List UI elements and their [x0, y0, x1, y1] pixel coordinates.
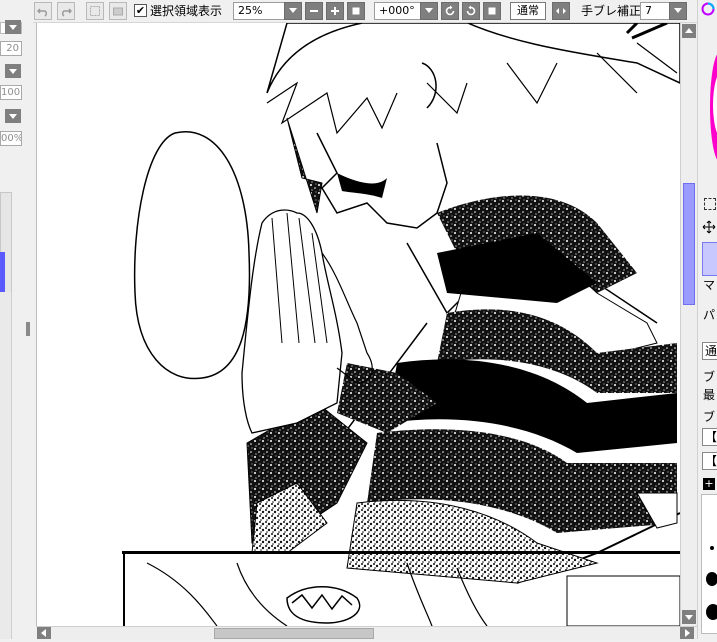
- rotate-right-icon[interactable]: [462, 2, 480, 20]
- undo-icon[interactable]: [34, 2, 52, 20]
- right-panel-label-5: 最: [703, 388, 716, 402]
- right-panel-label-6: ブ: [703, 410, 716, 424]
- vertical-scrollbar[interactable]: [680, 23, 698, 626]
- min-size-value: 100: [1, 87, 21, 98]
- selection-display-checkbox[interactable]: ✔: [134, 4, 147, 17]
- zoom-value: 25%: [238, 4, 263, 17]
- brush-size-selected: [0, 252, 5, 292]
- density-value: 00%: [1, 133, 22, 144]
- brush-dot-small[interactable]: [710, 546, 714, 550]
- right-panel-label-3: 通: [705, 344, 717, 358]
- rotation-value: +000°: [379, 4, 415, 17]
- zoom-in-icon[interactable]: [326, 2, 344, 20]
- blend-select[interactable]: 通: [702, 342, 717, 360]
- brush-size-value: 20: [6, 43, 19, 54]
- right-panel-label-8: 【: [705, 454, 717, 468]
- zoom-out-icon[interactable]: [305, 2, 323, 20]
- redo-icon[interactable]: [57, 2, 75, 20]
- rotate-left-icon[interactable]: [441, 2, 459, 20]
- selected-tool-slot[interactable]: [702, 242, 717, 276]
- vertical-scroll-thumb[interactable]: [683, 183, 695, 305]
- canvas-toolbar: ✔ 選択領域表示 25% +000° 通常 手ブレ補正 7: [0, 0, 717, 23]
- tool-panel: 20 100 00%: [0, 20, 33, 639]
- brush-size-list-lower: [0, 292, 12, 639]
- blend-mode-label: 通常: [517, 4, 539, 17]
- brush-size-dropdown-icon[interactable]: [5, 64, 21, 78]
- deselect-icon[interactable]: [86, 2, 104, 20]
- brush-dot-large[interactable]: [706, 604, 717, 620]
- right-panel: マ パ 通 ブ 最 ブ 【 【 +: [697, 0, 717, 639]
- scroll-right-icon[interactable]: [680, 627, 694, 639]
- manga-illustration: [122, 23, 680, 626]
- right-panel-label-7: 【: [705, 430, 717, 444]
- min-size-field[interactable]: 100: [0, 85, 22, 100]
- horizontal-scrollbar[interactable]: [36, 626, 697, 640]
- brush-dot-medium[interactable]: [706, 572, 717, 586]
- color-wheel-icon[interactable]: [701, 2, 715, 16]
- right-panel-label-4: ブ: [703, 370, 716, 384]
- move-icon[interactable]: [702, 220, 716, 234]
- texture-select[interactable]: 【: [702, 452, 717, 470]
- dropdown-icon[interactable]: [5, 20, 21, 34]
- selection-display-label: 選択領域表示: [150, 4, 223, 18]
- panel-splitter[interactable]: [26, 322, 30, 336]
- scroll-down-icon[interactable]: [682, 610, 696, 624]
- density-field[interactable]: 00%: [0, 131, 22, 146]
- add-icon[interactable]: +: [703, 478, 715, 490]
- scroll-up-icon[interactable]: [682, 24, 696, 38]
- brush-size-field[interactable]: 20: [0, 41, 22, 56]
- brush-shape-select[interactable]: 【: [702, 428, 717, 446]
- drawing-canvas[interactable]: [36, 23, 680, 626]
- right-panel-label-2: パ: [703, 308, 716, 322]
- selection-icon[interactable]: [704, 198, 716, 210]
- stabilizer-value: 7: [645, 4, 652, 17]
- zoom-reset-icon[interactable]: [347, 2, 365, 20]
- min-size-dropdown-icon[interactable]: [5, 109, 21, 123]
- stabilizer-dropdown-icon[interactable]: [669, 2, 687, 20]
- rotation-dropdown-icon[interactable]: [420, 2, 438, 20]
- scroll-left-icon[interactable]: [37, 627, 51, 639]
- right-panel-label-1: マ: [703, 278, 716, 292]
- blend-mode-button[interactable]: 通常: [510, 2, 546, 20]
- zoom-dropdown-icon[interactable]: [284, 2, 302, 20]
- select-invert-icon[interactable]: [109, 2, 127, 20]
- flip-icon[interactable]: [552, 2, 570, 20]
- stabilizer-label: 手ブレ補正: [581, 4, 642, 18]
- horizontal-scroll-thumb[interactable]: [214, 628, 374, 639]
- rotate-reset-icon[interactable]: [483, 2, 501, 20]
